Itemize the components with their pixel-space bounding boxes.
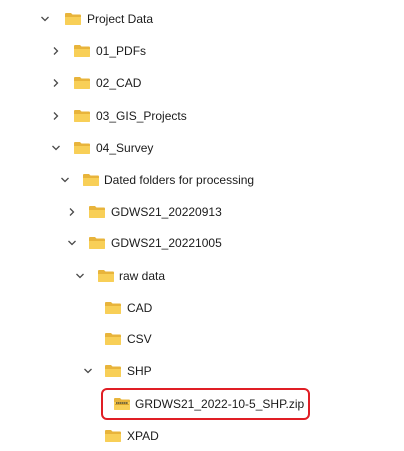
tree-item-cad[interactable]: CAD <box>0 296 200 320</box>
chevron-down-icon[interactable] <box>48 140 64 156</box>
chevron-right-icon[interactable] <box>48 75 64 91</box>
folder-icon <box>73 108 91 124</box>
zip-folder-icon <box>113 396 131 412</box>
folder-icon <box>97 268 115 284</box>
folder-icon <box>73 43 91 59</box>
tree-item-label: GDWS21_20220913 <box>111 205 222 219</box>
folder-icon <box>73 75 91 91</box>
tree-item-01-pdfs[interactable]: 01_PDFs <box>0 39 200 63</box>
tree-item-label: 01_PDFs <box>96 44 147 58</box>
tree-item-label: raw data <box>119 269 166 283</box>
chevron-down-icon[interactable] <box>37 11 53 27</box>
chevron-down-icon[interactable] <box>72 268 88 284</box>
tree-item-label: XPAD <box>127 429 159 443</box>
tree-item-shp[interactable]: SHP <box>0 359 200 383</box>
chevron-right-icon[interactable] <box>48 43 64 59</box>
tree-item-dated-folders[interactable]: Dated folders for processing <box>0 168 280 192</box>
folder-tree: Project Data 01_PDFs 02_CAD 03_GIS_Proje… <box>0 0 404 451</box>
chevron-down-icon[interactable] <box>57 172 73 188</box>
tree-item-label: GRDWS21_2022-10-5_SHP.zip <box>135 397 305 411</box>
tree-item-02-cad[interactable]: 02_CAD <box>0 71 200 95</box>
folder-icon <box>64 11 82 27</box>
folder-icon <box>104 331 122 347</box>
tree-item-label: Dated folders for processing <box>104 173 255 187</box>
tree-item-04-survey[interactable]: 04_Survey <box>0 136 200 160</box>
chevron-right-icon[interactable] <box>48 108 64 124</box>
tree-item-csv[interactable]: CSV <box>0 327 200 351</box>
folder-icon <box>104 428 122 444</box>
tree-item-label: 03_GIS_Projects <box>96 109 187 123</box>
tree-item-raw-data[interactable]: raw data <box>0 264 200 288</box>
folder-icon <box>104 300 122 316</box>
tree-item-gdws21-20221005[interactable]: GDWS21_20221005 <box>0 231 240 255</box>
chevron-down-icon[interactable] <box>80 363 96 379</box>
folder-icon <box>73 140 91 156</box>
tree-item-label: GDWS21_20221005 <box>111 236 222 250</box>
folder-icon <box>104 363 122 379</box>
tree-item-zip-file[interactable]: GRDWS21_2022-10-5_SHP.zip <box>0 392 304 416</box>
tree-item-03-gis-projects[interactable]: 03_GIS_Projects <box>0 104 220 128</box>
tree-item-gdws21-20220913[interactable]: GDWS21_20220913 <box>0 200 240 224</box>
tree-item-label: CSV <box>127 332 152 346</box>
tree-item-label: 04_Survey <box>96 141 154 155</box>
tree-item-label: Project Data <box>87 12 154 26</box>
tree-item-label: SHP <box>127 364 152 378</box>
tree-item-label: CAD <box>127 301 153 315</box>
chevron-right-icon[interactable] <box>64 204 80 220</box>
tree-item-xpad[interactable]: XPAD <box>0 424 200 448</box>
tree-item-label: 02_CAD <box>96 76 142 90</box>
tree-item-project-data[interactable]: Project Data <box>0 7 200 31</box>
folder-icon <box>88 235 106 251</box>
folder-icon <box>88 204 106 220</box>
folder-icon <box>82 172 100 188</box>
chevron-down-icon[interactable] <box>64 235 80 251</box>
